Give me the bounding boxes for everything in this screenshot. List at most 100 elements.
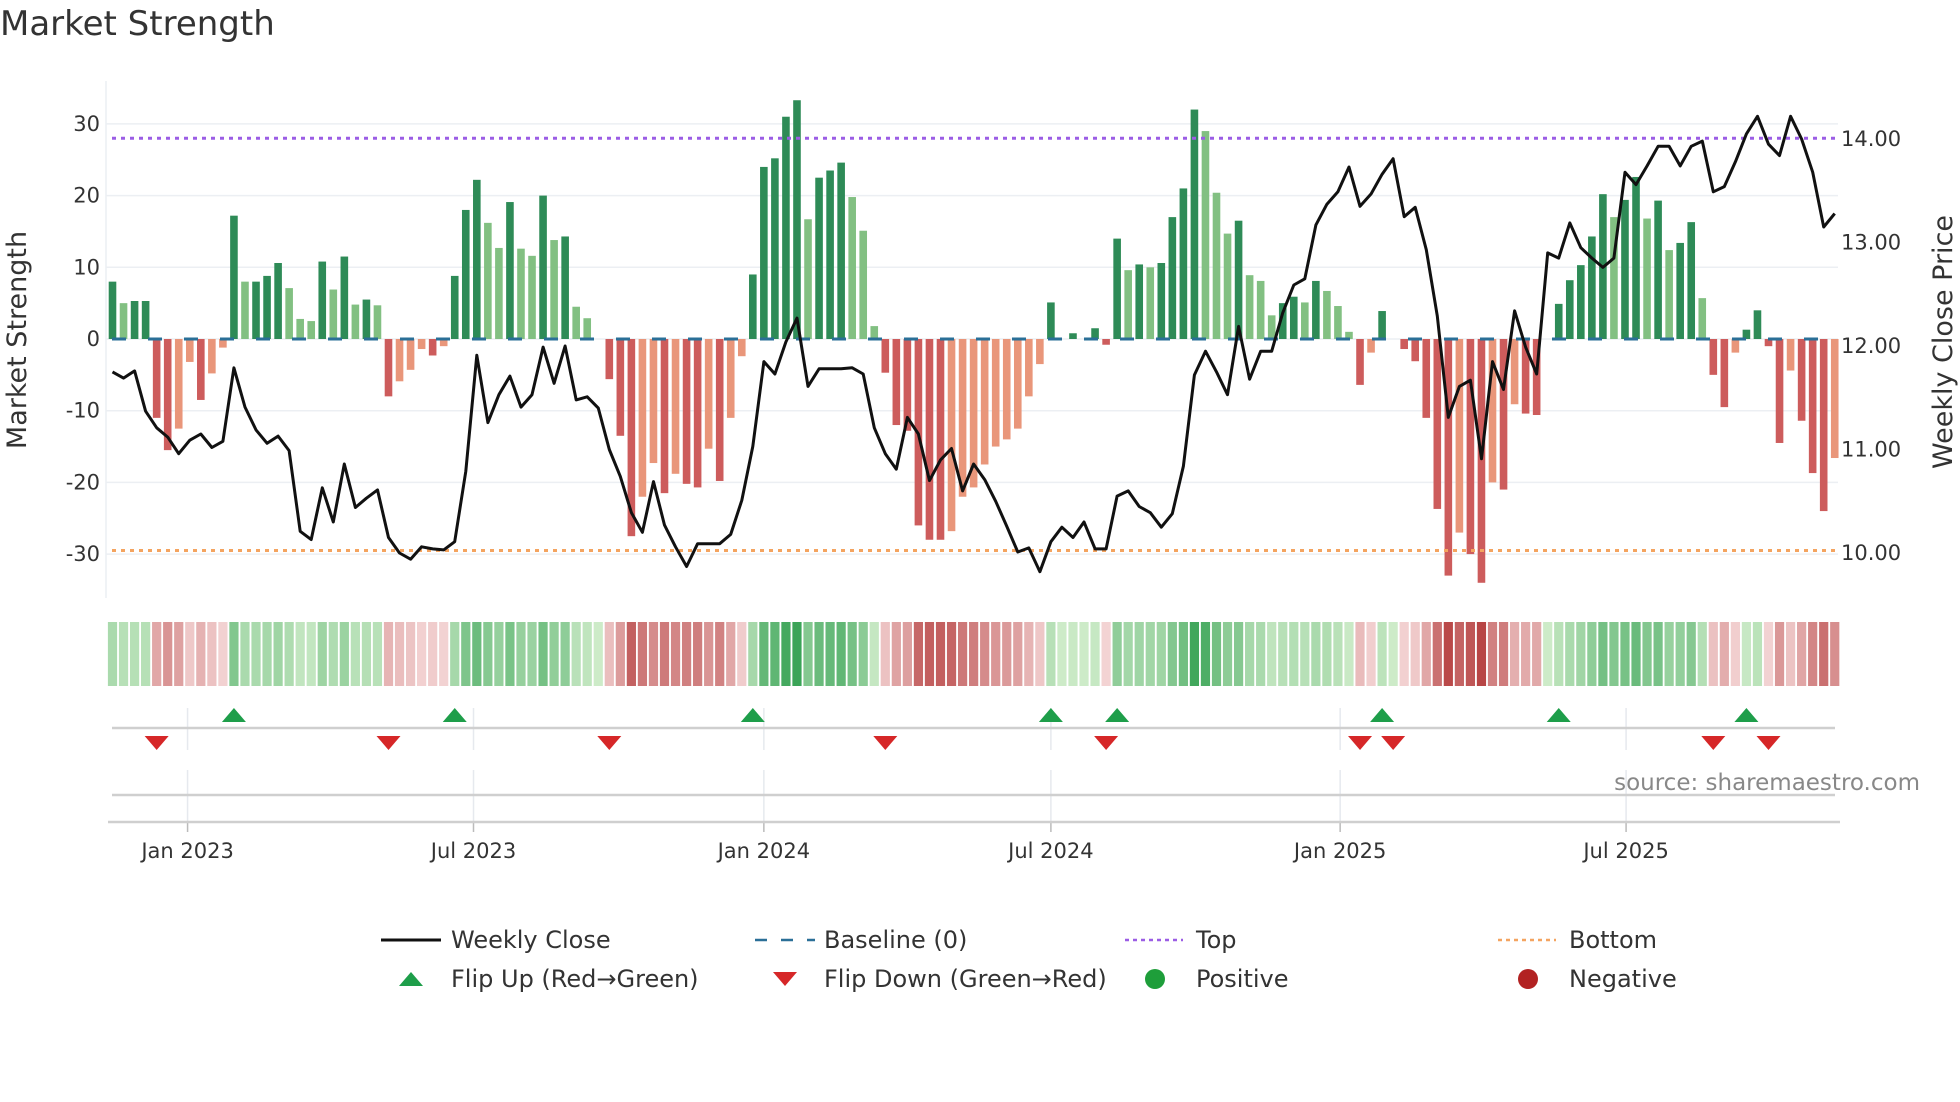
strength-bar bbox=[1013, 339, 1022, 429]
heat-strip-cell bbox=[461, 622, 471, 686]
heat-strip-cell bbox=[1498, 622, 1509, 686]
strength-bar bbox=[185, 339, 194, 362]
strength-bar bbox=[958, 339, 967, 497]
strength-bar bbox=[362, 299, 371, 339]
heat-strip-cell bbox=[924, 622, 935, 686]
heat-strip-cell bbox=[1830, 622, 1840, 686]
strength-bar bbox=[174, 339, 183, 429]
strength-bar bbox=[671, 339, 680, 474]
dashed-line-icon bbox=[755, 938, 815, 942]
heat-strip-cell bbox=[1631, 622, 1641, 686]
heat-strip-cell bbox=[141, 622, 151, 686]
circle-icon bbox=[1145, 969, 1165, 989]
strength-bar bbox=[1212, 192, 1221, 339]
strength-bar bbox=[1808, 339, 1817, 474]
heat-strip-cell bbox=[1487, 622, 1498, 686]
strength-bar bbox=[1455, 339, 1464, 533]
strength-bar bbox=[815, 177, 823, 339]
heat-strip-cell bbox=[969, 622, 979, 686]
strength-bar bbox=[1786, 339, 1795, 371]
heat-strip-cell bbox=[1233, 622, 1244, 686]
strength-bar bbox=[1477, 339, 1486, 583]
heat-strip-cell bbox=[1686, 622, 1696, 686]
heat-strip-cell bbox=[858, 622, 868, 686]
x-tick-label: Jul 2024 bbox=[1006, 839, 1093, 863]
heat-strip-cell bbox=[284, 622, 294, 686]
strength-bar bbox=[1654, 200, 1662, 339]
strength-bar bbox=[925, 339, 934, 540]
heat-strip-cell bbox=[439, 622, 449, 686]
heat-strip-cell bbox=[1211, 622, 1222, 686]
strength-bar bbox=[1554, 303, 1563, 339]
strength-bar bbox=[1223, 233, 1232, 339]
heat-strip-cell bbox=[1664, 622, 1674, 686]
dotted-line-icon bbox=[1498, 938, 1556, 942]
strength-bar bbox=[1334, 306, 1342, 339]
strength-bar bbox=[1157, 262, 1166, 339]
heat-strip-cell bbox=[759, 622, 769, 686]
strength-bar bbox=[1312, 280, 1320, 339]
heat-strip-cell bbox=[1432, 622, 1442, 686]
heat-strip-cell bbox=[891, 622, 901, 686]
heat-strip-cell bbox=[1465, 622, 1476, 686]
y2-axis-label: Weekly Close Price bbox=[1928, 215, 1959, 469]
y-tick-label: 30 bbox=[73, 112, 100, 136]
heat-strip-cell bbox=[946, 622, 957, 686]
strength-bar bbox=[1643, 218, 1651, 339]
strength-bar bbox=[583, 318, 592, 339]
heat-strip-cell bbox=[1697, 622, 1707, 686]
heat-strip-cell bbox=[1167, 622, 1177, 686]
heat-strip-cell bbox=[1068, 622, 1078, 686]
strength-bar bbox=[1091, 328, 1099, 339]
heat-strip-cell bbox=[251, 622, 261, 686]
strength-bar bbox=[1433, 339, 1442, 509]
strength-bar bbox=[119, 303, 128, 339]
strength-bar bbox=[726, 339, 735, 418]
heat-strip-cell bbox=[704, 622, 714, 686]
strength-bar bbox=[296, 318, 304, 339]
heat-strip-cell bbox=[450, 622, 460, 686]
y2-tick-label: 13.00 bbox=[1841, 231, 1901, 255]
strength-bar bbox=[307, 321, 316, 339]
heat-strip-cell bbox=[637, 622, 648, 686]
strength-bar bbox=[1720, 339, 1729, 408]
heat-strip-cell bbox=[781, 622, 791, 686]
flip-up-marker bbox=[1546, 708, 1571, 722]
heat-strip-cell bbox=[913, 622, 924, 686]
strength-bar bbox=[1146, 267, 1155, 339]
strength-bar bbox=[1168, 217, 1177, 339]
strength-bar bbox=[793, 100, 801, 339]
heat-strip-cell bbox=[1256, 622, 1266, 686]
flip-down-marker bbox=[1348, 736, 1373, 750]
y-axis-label: Market Strength bbox=[2, 231, 33, 449]
strength-bar bbox=[285, 288, 293, 339]
strength-bar bbox=[1400, 339, 1408, 350]
y2-tick-label: 11.00 bbox=[1841, 438, 1901, 462]
heat-strip-cell bbox=[1708, 622, 1718, 686]
strength-bar bbox=[749, 274, 757, 339]
strength-bar bbox=[1753, 310, 1762, 339]
heat-strip-cell bbox=[737, 622, 747, 686]
heat-strip-cell bbox=[328, 622, 338, 686]
strength-bar bbox=[506, 202, 514, 339]
strength-bar bbox=[1047, 302, 1055, 339]
heat-strip-cell bbox=[1785, 622, 1796, 686]
strength-bar bbox=[737, 339, 746, 357]
legend-label: Negative bbox=[1569, 965, 1677, 993]
heat-strip-cell bbox=[1311, 622, 1321, 686]
heat-strip-cell bbox=[483, 622, 493, 686]
strength-bar bbox=[870, 326, 879, 339]
heat-strip-cell bbox=[1752, 622, 1763, 686]
strength-bar bbox=[1245, 275, 1254, 339]
heat-strip-cell bbox=[1653, 622, 1663, 686]
heat-strip-cell bbox=[1344, 622, 1354, 686]
strength-bar bbox=[1002, 339, 1011, 440]
heat-strip-cell bbox=[472, 622, 482, 686]
heat-strip-cell bbox=[980, 622, 990, 686]
flip-up-marker bbox=[1038, 708, 1063, 722]
heat-strip-cell bbox=[1675, 622, 1685, 686]
heat-strip-cell bbox=[1399, 622, 1409, 686]
heat-strip-cell bbox=[1587, 622, 1597, 686]
heat-strip-cell bbox=[1741, 622, 1752, 686]
strength-bar bbox=[141, 300, 150, 339]
